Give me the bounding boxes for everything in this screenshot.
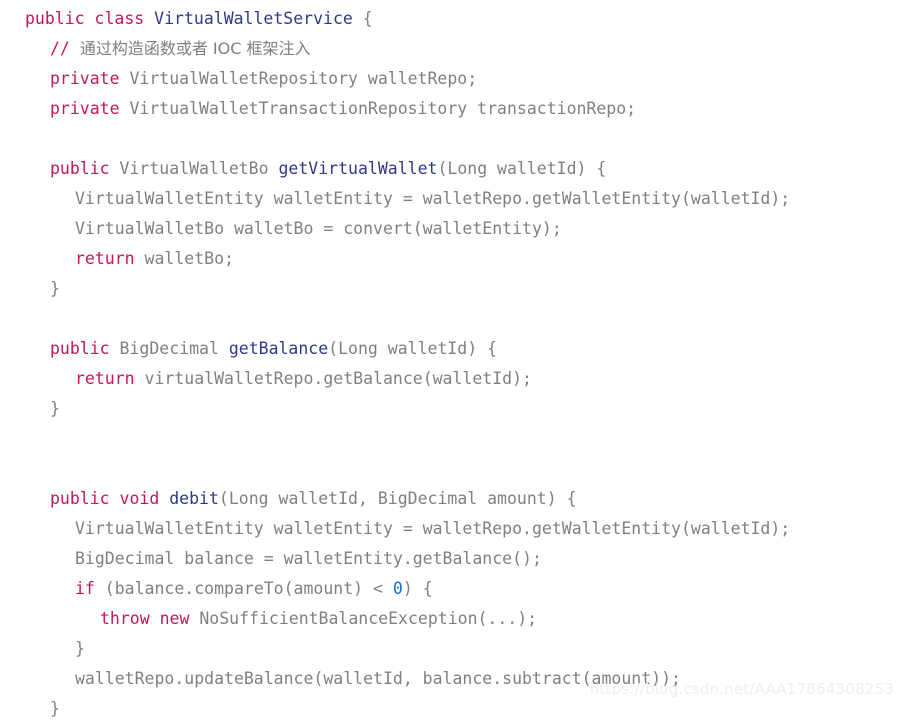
- code-token-kw: if: [75, 579, 95, 598]
- code-token-plain: {: [352, 9, 373, 28]
- code-token-plain: BigDecimal balance = walletEntity.getBal…: [75, 549, 542, 568]
- code-token-plain: (balance.compareTo(amount) <: [94, 579, 393, 598]
- code-line: }: [0, 394, 902, 424]
- code-token-plain: (Long walletId) {: [437, 159, 607, 178]
- code-token-plain: (Long walletId, BigDecimal amount) {: [218, 489, 577, 508]
- code-line: }: [0, 274, 902, 304]
- code-line: VirtualWalletEntity walletEntity = walle…: [0, 184, 902, 214]
- code-line: return virtualWalletRepo.getBalance(wall…: [0, 364, 902, 394]
- code-token-cmtmark: //: [50, 39, 80, 58]
- code-token-plain: }: [50, 399, 60, 418]
- code-token-plain: VirtualWalletBo walletBo = convert(walle…: [75, 219, 562, 238]
- code-line: private VirtualWalletRepository walletRe…: [0, 64, 902, 94]
- code-line: public VirtualWalletBo getVirtualWallet(…: [0, 154, 902, 184]
- code-token-decl: VirtualWalletService: [154, 9, 353, 28]
- watermark-text: https://blog.csdn.net/AAA17864308253: [589, 680, 894, 698]
- code-token-kw: public: [50, 489, 110, 508]
- code-line: public void debit(Long walletId, BigDeci…: [0, 484, 902, 514]
- code-token-kw: return: [75, 369, 135, 388]
- code-token-plain: (Long walletId) {: [328, 339, 498, 358]
- code-token-plain: virtualWalletRepo.getBalance(walletId);: [134, 369, 532, 388]
- code-token-kw: new: [159, 609, 190, 628]
- code-token-kw: return: [75, 249, 135, 268]
- code-token-decl: debit: [169, 489, 219, 508]
- code-token-plain: VirtualWalletEntity walletEntity = walle…: [75, 519, 791, 538]
- code-line: private VirtualWalletTransactionReposito…: [0, 94, 902, 124]
- code-token-kw: public: [25, 9, 85, 28]
- code-token-cjk: 通过构造函数或者 IOC 框架注入: [79, 39, 311, 58]
- code-token-kw: void: [119, 489, 160, 508]
- code-token-kw: private: [50, 69, 120, 88]
- code-line: throw new NoSufficientBalanceException(.…: [0, 604, 902, 634]
- code-token-plain: VirtualWalletBo: [109, 159, 279, 178]
- code-token-num: 0: [392, 579, 403, 598]
- code-token-plain: }: [75, 639, 85, 658]
- code-token-plain: walletBo;: [134, 249, 234, 268]
- code-line: VirtualWalletBo walletBo = convert(walle…: [0, 214, 902, 244]
- code-token-plain: ) {: [402, 579, 433, 598]
- code-line: public class VirtualWalletService {: [0, 4, 902, 34]
- code-token-plain: VirtualWalletTransactionRepository trans…: [119, 99, 637, 118]
- code-line: public BigDecimal getBalance(Long wallet…: [0, 334, 902, 364]
- code-token-plain: }: [50, 699, 60, 718]
- code-token-plain: BigDecimal: [109, 339, 229, 358]
- code-line: }: [0, 694, 902, 724]
- code-token-kw: class: [94, 9, 145, 28]
- code-token-decl: getVirtualWallet: [278, 159, 438, 178]
- code-line: }: [0, 634, 902, 664]
- code-token-kw: public: [50, 339, 110, 358]
- code-token-decl: getBalance: [228, 339, 329, 358]
- code-token-kw: throw: [100, 609, 150, 628]
- code-token-plain: NoSufficientBalanceException(...);: [189, 609, 538, 628]
- code-line: // 通过构造函数或者 IOC 框架注入: [0, 34, 902, 64]
- code-snippet: public class VirtualWalletService {// 通过…: [0, 0, 902, 718]
- code-line: VirtualWalletEntity walletEntity = walle…: [0, 514, 902, 544]
- code-line: return walletBo;: [0, 244, 902, 274]
- code-token-kw: public: [50, 159, 110, 178]
- code-token-kw: private: [50, 99, 120, 118]
- code-token-plain: VirtualWalletEntity walletEntity = walle…: [75, 189, 791, 208]
- code-token-plain: }: [50, 279, 60, 298]
- code-line: if (balance.compareTo(amount) < 0) {: [0, 574, 902, 604]
- code-line: BigDecimal balance = walletEntity.getBal…: [0, 544, 902, 574]
- code-lines-container: public class VirtualWalletService {// 通过…: [0, 4, 902, 724]
- code-token-plain: VirtualWalletRepository walletRepo;: [119, 69, 478, 88]
